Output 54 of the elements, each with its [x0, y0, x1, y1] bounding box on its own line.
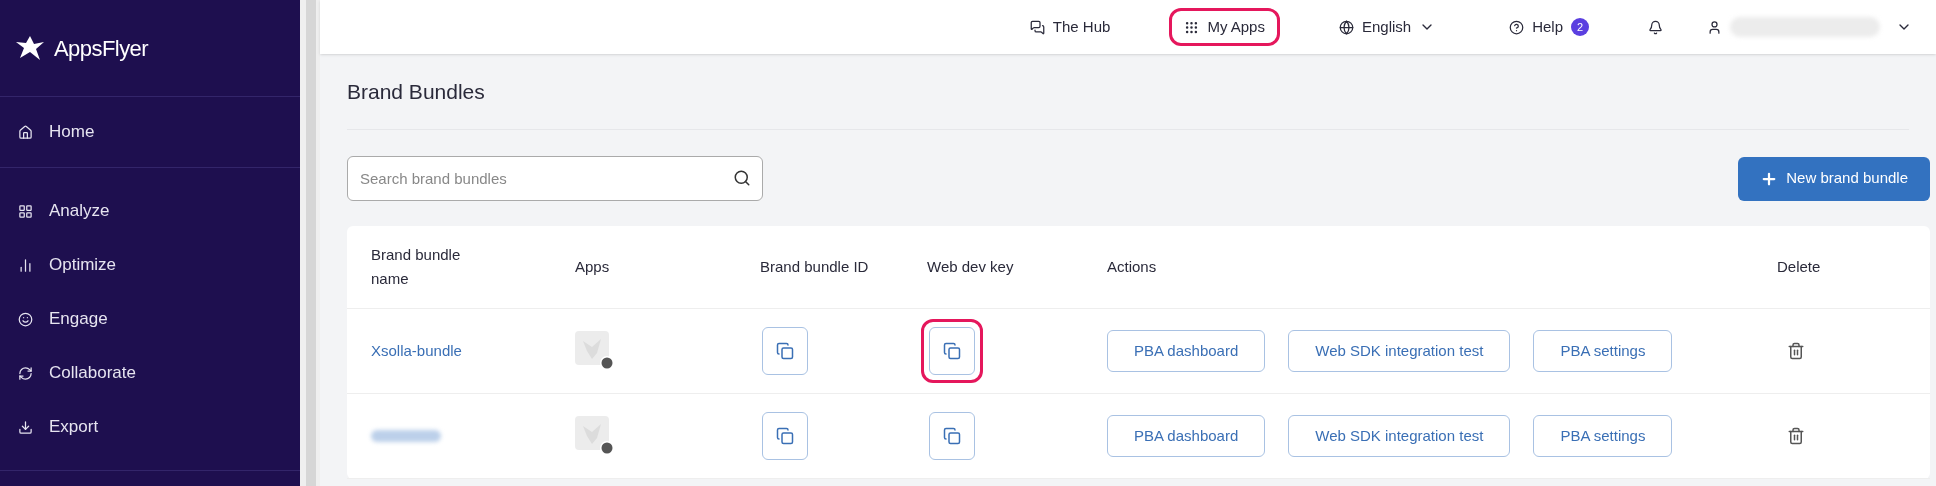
sidebar-item[interactable]: Engage: [0, 292, 300, 346]
logo-icon: [16, 34, 46, 62]
copy-icon: [776, 427, 794, 445]
sidebar-item[interactable]: Collaborate: [0, 346, 300, 400]
action-button[interactable]: PBA settings: [1533, 415, 1673, 457]
column-header: Actions: [1107, 256, 1158, 277]
copy-button[interactable]: [929, 327, 975, 375]
sidebar-item[interactable]: Export: [0, 400, 300, 454]
language-icon: [1338, 19, 1354, 35]
action-button[interactable]: PBA dashboard: [1107, 415, 1266, 457]
page-title: Brand Bundles: [347, 54, 1909, 130]
column-header: Delete: [1777, 256, 1822, 277]
engage-icon: [18, 311, 33, 327]
hub-icon: [1029, 19, 1045, 35]
column-header: Brand bundle ID: [760, 257, 870, 277]
collaborate-icon: [18, 365, 33, 381]
column-header: Brand bundle name: [371, 245, 462, 289]
sidebar-item[interactable]: Home: [0, 105, 300, 159]
optimize-icon: [18, 257, 33, 273]
top-nav-item[interactable]: English: [1323, 8, 1451, 46]
help-badge: 2: [1571, 18, 1589, 36]
top-nav-item[interactable]: My Apps: [1169, 8, 1280, 46]
bundle-name-link[interactable]: Xsolla-bundle: [371, 339, 575, 363]
copy-button[interactable]: [762, 412, 808, 460]
copy-icon: [943, 342, 961, 360]
bell-icon[interactable]: [1648, 19, 1663, 35]
user-icon: [1707, 19, 1722, 35]
home-icon: [18, 124, 33, 140]
action-button[interactable]: PBA dashboard: [1107, 330, 1266, 372]
analyze-icon: [18, 203, 33, 219]
delete-icon[interactable]: [1787, 427, 1805, 445]
app-icon: [575, 331, 615, 371]
copy-button[interactable]: [929, 412, 975, 460]
column-header: Apps: [575, 256, 611, 277]
search-field[interactable]: Search brand bundles: [347, 156, 763, 201]
sidebar-item[interactable]: Analyze: [0, 184, 300, 238]
logo-text: AppsFlyer: [54, 34, 149, 63]
action-button[interactable]: Web SDK integration test: [1288, 330, 1511, 372]
top-nav-item[interactable]: Help 2: [1494, 8, 1604, 46]
search-icon: [733, 169, 751, 187]
delete-icon[interactable]: [1787, 342, 1805, 360]
export-icon: [18, 419, 33, 435]
new-brand-bundle-button[interactable]: New brand bundle: [1738, 156, 1930, 201]
action-button[interactable]: PBA settings: [1533, 330, 1673, 372]
app-icon: [575, 416, 615, 456]
column-header: Web dev key: [927, 256, 1015, 277]
copy-button[interactable]: [762, 327, 808, 375]
help-icon: [1509, 19, 1525, 35]
apps-icon: [1184, 19, 1200, 35]
copy-icon: [776, 342, 794, 360]
action-button[interactable]: Web SDK integration test: [1288, 415, 1511, 457]
top-nav-item[interactable]: The Hub: [1014, 8, 1126, 46]
sidebar-item[interactable]: Optimize: [0, 238, 300, 292]
copy-icon: [943, 427, 961, 445]
